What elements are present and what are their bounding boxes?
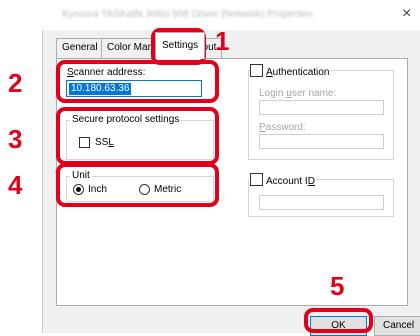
callout-number-1: 1 bbox=[215, 26, 230, 56]
callout-number-4: 4 bbox=[8, 170, 23, 200]
password-label: Password: bbox=[259, 122, 306, 133]
authentication-legend: Authentication bbox=[249, 64, 332, 78]
cancel-button[interactable]: Cancel bbox=[374, 316, 420, 336]
callout-box-ok-button bbox=[304, 308, 373, 333]
authentication-checkbox[interactable] bbox=[250, 64, 263, 77]
callout-number-3: 3 bbox=[8, 124, 23, 154]
close-icon[interactable]: × bbox=[402, 6, 411, 22]
callout-box-unit bbox=[56, 163, 219, 207]
window-title: Kyocera TASKalfa 306ci 506 Driver (Netwo… bbox=[62, 9, 313, 20]
login-user-name-input[interactable] bbox=[259, 100, 384, 115]
callout-number-2: 2 bbox=[8, 68, 23, 98]
callout-number-5: 5 bbox=[330, 271, 345, 301]
callout-box-scanner-address bbox=[56, 60, 219, 103]
account-id-checkbox[interactable] bbox=[250, 173, 263, 186]
login-user-name-label: Login user name: bbox=[259, 88, 337, 99]
tab-settings[interactable]: Settings bbox=[155, 32, 206, 59]
tab-general[interactable]: General bbox=[56, 38, 104, 58]
callout-box-secure-protocol bbox=[56, 107, 219, 165]
password-input[interactable] bbox=[259, 134, 384, 149]
account-id-legend: Account ID bbox=[249, 173, 317, 187]
account-id-input[interactable] bbox=[259, 195, 384, 210]
